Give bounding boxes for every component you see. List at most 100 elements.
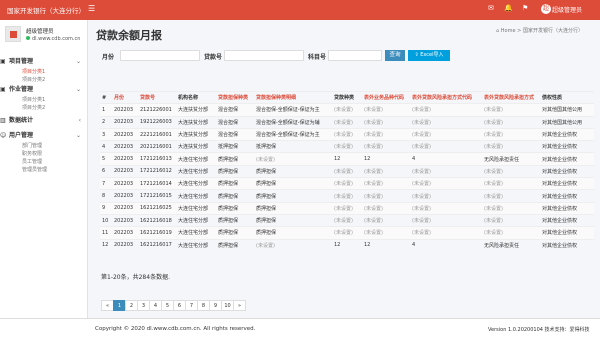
table-row[interactable]: 8 202203 1721216015 大连住宅分部 质押担保 质押担保 (未设置) (未设置… <box>100 189 594 203</box>
table-cell: (未设置) <box>410 177 482 190</box>
user-icon: ☺ <box>0 132 7 139</box>
table-cell: (未设置) <box>482 127 540 141</box>
table-row[interactable]: 11 202203 1621216019 大连住宅分部 质押担保 质押担保 (未设置) (未设… <box>100 226 594 240</box>
table-cell: 202203 <box>112 213 138 227</box>
table-summary: 第1-20条，共284条数据. <box>101 274 170 281</box>
table-cell: 大连扶贫分部 <box>176 127 216 141</box>
table-row[interactable]: 10 202203 1621216018 大连住宅分部 质押担保 质押担保 (未设置) (未设… <box>100 213 594 227</box>
table-row[interactable]: 2 202203 1921226003 大连扶贫分部 混合担保 混合担保-全额保证-保证为… <box>100 115 594 129</box>
table-cell: (未设置) <box>254 238 332 252</box>
folder-icon: ▣ <box>0 58 6 65</box>
brand-title[interactable]: 国家开发银行（大连分行） <box>7 5 85 15</box>
table-cell: (未设置) <box>362 189 410 203</box>
table-cell: (未设置) <box>362 127 410 141</box>
table-cell: (未设置) <box>332 103 362 117</box>
table-row[interactable]: 6 202203 1721216012 大连住宅分部 质押担保 质押担保 (未设置) (未设置… <box>100 164 594 178</box>
sidebar-item-work-2[interactable]: 项目分类2 <box>0 104 87 112</box>
table-cell: 2221216001 <box>138 127 176 141</box>
table-cell: 对其他企业债权 <box>540 164 594 178</box>
table-cell: (未设置) <box>362 103 410 117</box>
table-row[interactable]: 9 202203 1621216025 大连住宅分部 质押担保 质押担保 (未设置) (未设置… <box>100 201 594 215</box>
table-cell: 大连住宅分部 <box>176 152 216 166</box>
col-header[interactable]: 表外业务品种代码 <box>362 90 410 104</box>
breadcrumb-home[interactable]: Home <box>501 28 516 34</box>
sidebar-group-users[interactable]: ☺ 用户管理 ⌄ <box>0 130 87 142</box>
table-cell: 9 <box>100 201 112 215</box>
col-header[interactable]: 贷款号 <box>138 90 176 104</box>
col-header[interactable]: 贷款担保种类 <box>216 90 254 104</box>
table-cell: 对其他企业债权 <box>540 213 594 227</box>
sidebar-item-staff[interactable]: 员工管理 <box>0 158 87 166</box>
table-cell: 1621216018 <box>138 213 176 227</box>
table-cell: (未设置) <box>482 213 540 227</box>
table-cell: (未设置) <box>332 115 362 129</box>
table-cell: 1621216019 <box>138 226 176 240</box>
col-header[interactable]: 月份 <box>112 90 138 104</box>
sidebar-item-dept[interactable]: 部门管理 <box>0 142 87 150</box>
table-row[interactable]: 12 202203 1621216017 大连住宅分部 质押担保 (未设置) 12 12 4 无风… <box>100 238 594 252</box>
menu-icon[interactable]: ☰ <box>88 4 95 13</box>
table-cell: 质押担保 <box>254 177 332 190</box>
subject-input[interactable] <box>328 50 382 61</box>
loan-input[interactable] <box>224 50 304 61</box>
table-cell: 8 <box>100 189 112 203</box>
bell-icon[interactable]: 🔔 <box>504 4 513 12</box>
col-header[interactable]: 表外贷款风险承担方式 <box>482 90 540 104</box>
table-cell: 12 <box>362 238 410 252</box>
query-button[interactable]: 查询 <box>385 50 405 61</box>
table-cell: 质押担保 <box>216 152 254 166</box>
table-cell: 无风险承担责任 <box>482 152 540 166</box>
avatar[interactable]: 超 <box>541 4 551 14</box>
table-cell: 2 <box>100 115 112 129</box>
month-input[interactable] <box>120 50 200 61</box>
breadcrumb: ⌂ Home > 国家开发银行（大连分行） <box>496 27 583 34</box>
sidebar-group-stats[interactable]: ▥ 数据统计 ‹ <box>0 115 87 127</box>
user-name[interactable]: 超级管理员 <box>552 5 582 14</box>
col-header[interactable]: 贷款担保种类明细 <box>254 90 332 104</box>
table-row[interactable]: 7 202203 1721216014 大连住宅分部 质押担保 质押担保 (未设置) (未设置… <box>100 177 594 190</box>
home-icon: ⌂ <box>496 28 500 34</box>
table-cell: 混合担保-全额保证-保证为主 <box>254 103 332 117</box>
table-cell: 质押担保 <box>216 189 254 203</box>
table-row[interactable]: 3 202203 2221216001 大连扶贫分部 混合担保 混合担保-全额保证-保证为… <box>100 127 594 141</box>
next-page-button[interactable]: » <box>233 300 246 311</box>
breadcrumb-current: 国家开发银行（大连分行） <box>522 28 583 34</box>
table-cell: 质押担保 <box>216 177 254 190</box>
table-cell: 5 <box>100 152 112 166</box>
table-cell: 对其他企业债权 <box>540 189 594 203</box>
table-cell: (未设置) <box>410 189 482 203</box>
table-cell: 1 <box>100 103 112 117</box>
table-cell: 大连住宅分部 <box>176 238 216 252</box>
table-cell: 质押担保 <box>216 213 254 227</box>
table-row[interactable]: 1 202203 2121226001 大连扶贫分部 混合担保 混合担保-全额保证-保证为… <box>100 103 594 117</box>
table-cell: 混合担保-全额保证-保证为主 <box>254 127 332 141</box>
col-header: # <box>100 90 112 104</box>
loan-label: 贷款号 <box>204 54 223 61</box>
sidebar-group-work[interactable]: ▣ 作业管理 ⌄ <box>0 84 87 96</box>
flag-icon[interactable]: ⚑ <box>522 4 528 12</box>
col-header: 贷款种类 <box>332 90 362 104</box>
excel-import-button[interactable]: ⇪ Excel导入 <box>408 50 450 61</box>
table-cell: 202203 <box>112 152 138 166</box>
table-body: 1 202203 2121226001 大连扶贫分部 混合担保 混合担保-全额保证-保证为… <box>100 103 594 252</box>
table-cell: (未设置) <box>332 127 362 141</box>
sidebar-group-project[interactable]: ▣ 项目管理 ⌄ <box>0 56 87 68</box>
table-cell: (未设置) <box>482 115 540 129</box>
table-cell: 202203 <box>112 226 138 240</box>
sidebar-item-project-2[interactable]: 项目分类2 <box>0 76 87 84</box>
sidebar-item-project-1[interactable]: 项目分类1 <box>0 68 87 76</box>
table-cell: 202203 <box>112 238 138 252</box>
sidebar-item-work-1[interactable]: 项目分类1 <box>0 96 87 104</box>
sidebar-item-admin[interactable]: 管理员管理 <box>0 166 87 174</box>
table-row[interactable]: 5 202203 1721216013 大连住宅分部 质押担保 (未设置) 12 12 4 无风险… <box>100 152 594 166</box>
sidebar-item-role[interactable]: 职务权限 <box>0 150 87 158</box>
sidebar: 超级管理员 dl.www.cdb.com.cn ▣ 项目管理 ⌄ 项目分类1 项… <box>0 20 88 318</box>
table-cell: 12 <box>362 152 410 166</box>
filter-form: 月份 贷款号 科目号 查询 ⇪ Excel导入 <box>102 50 592 64</box>
table-cell: 对其他企业债权 <box>540 140 594 153</box>
table-row[interactable]: 4 202203 2021216001 大连扶贫分部 抵押担保 抵押担保 (未设置) (未设置… <box>100 140 594 153</box>
table-cell: (未设置) <box>482 177 540 190</box>
mail-icon[interactable]: ✉ <box>488 4 494 12</box>
col-header[interactable]: 表外贷款风险承担方式代码 <box>410 90 482 104</box>
pagination: «1 2 3 4 5 6 7 8 9 10» <box>101 300 246 311</box>
